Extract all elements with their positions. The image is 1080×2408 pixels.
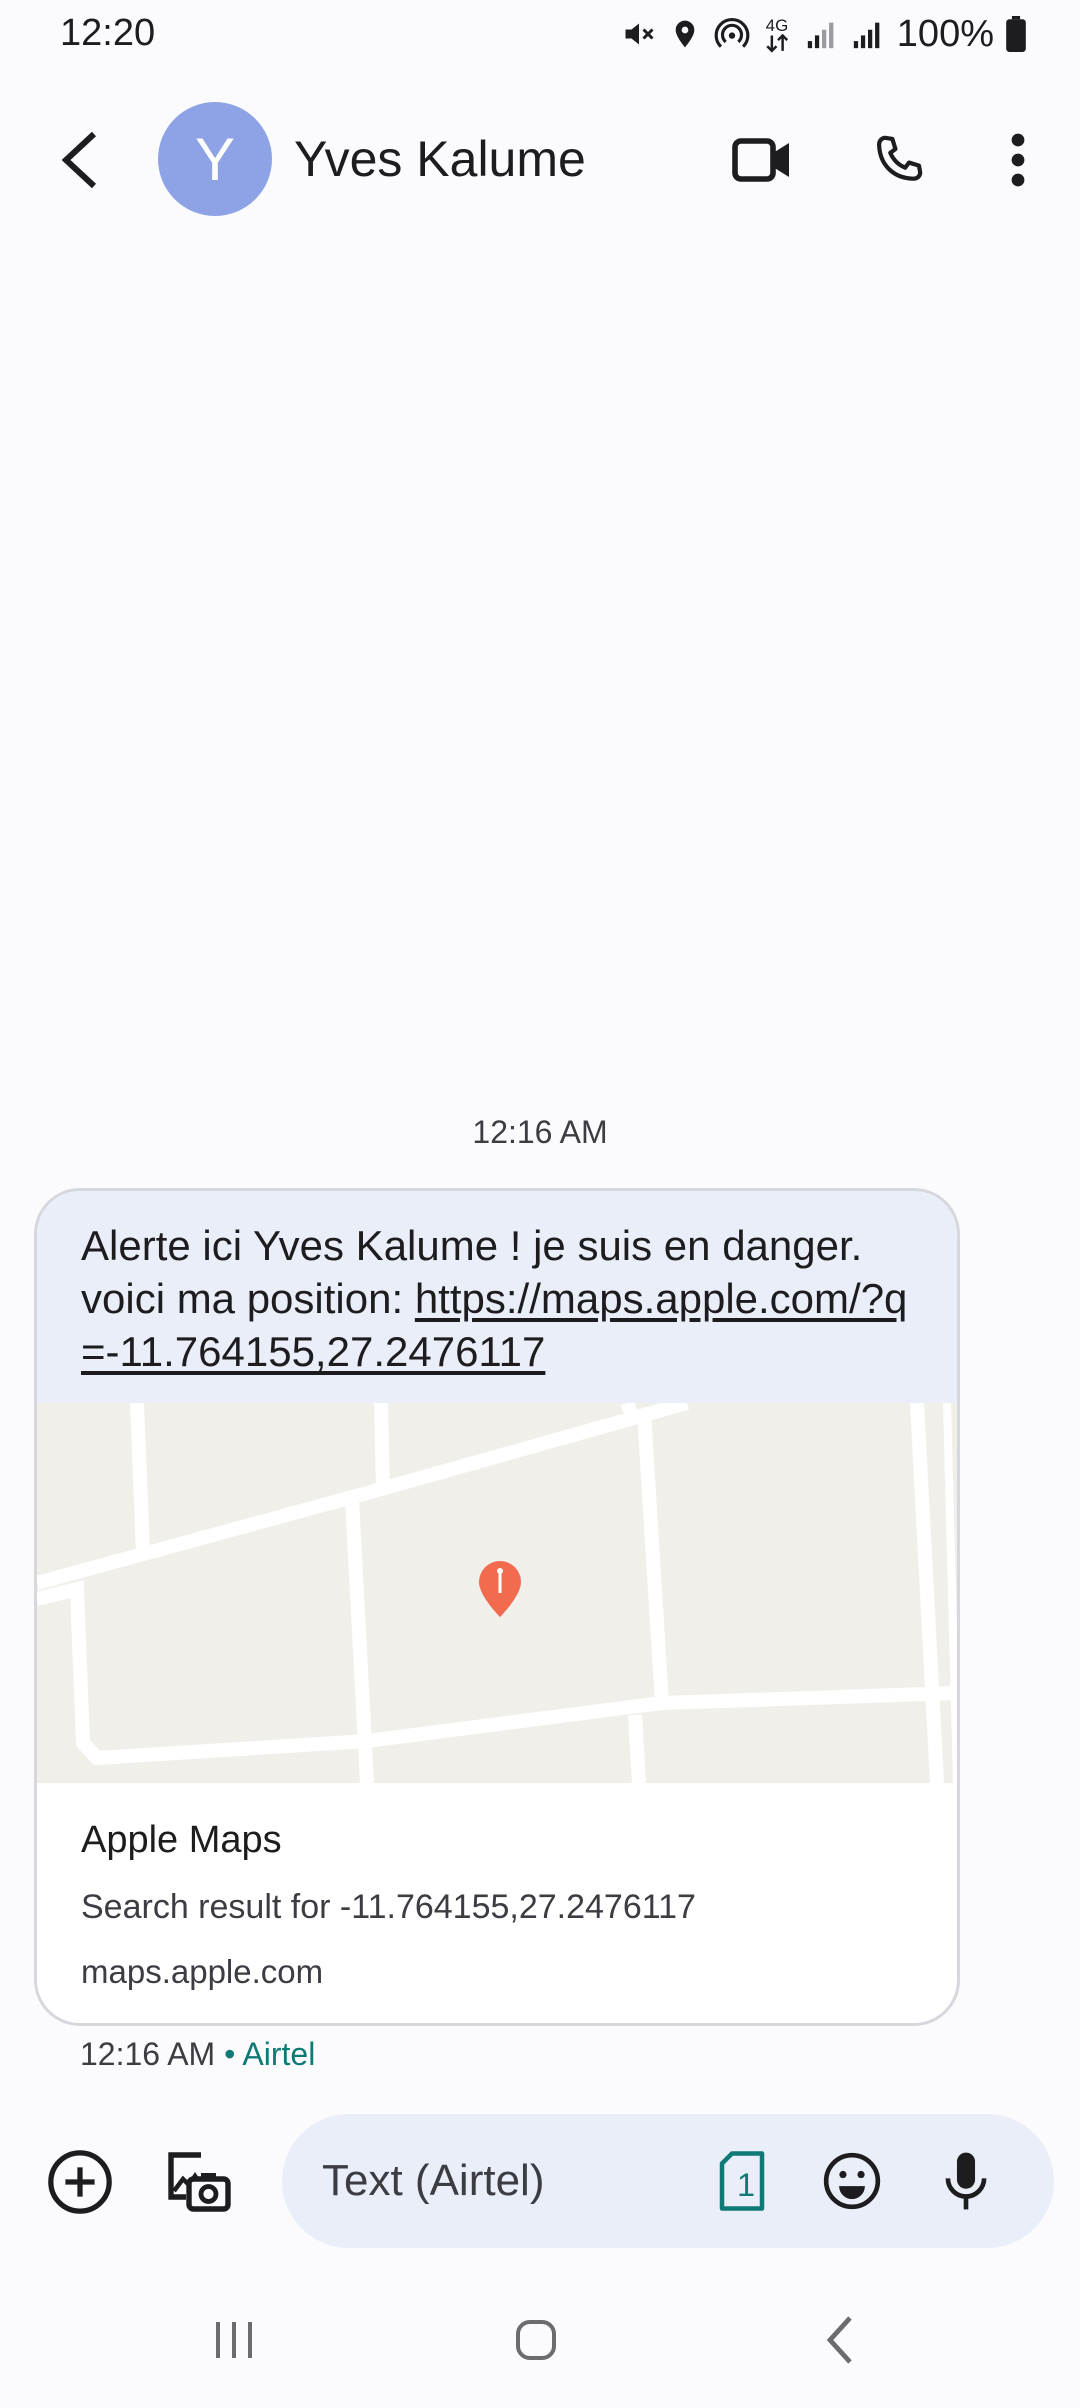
4g-icon: 4G (763, 14, 793, 54)
voice-input-button[interactable] (926, 2141, 1006, 2221)
link-preview[interactable]: Apple Maps Search result for -11.764155,… (37, 1783, 957, 1991)
more-vert-icon (1011, 133, 1025, 187)
map-image (37, 1403, 957, 1783)
phone-call-button[interactable] (858, 120, 938, 200)
map-preview[interactable] (37, 1403, 957, 1783)
back-arrow-icon (61, 131, 97, 189)
back-button[interactable] (40, 120, 120, 200)
gallery-camera-button[interactable] (158, 2142, 238, 2222)
avatar[interactable]: Y (158, 102, 272, 216)
message-text: Alerte ici Yves Kalume ! je suis en dang… (37, 1191, 957, 1403)
message-bubble[interactable]: Alerte ici Yves Kalume ! je suis en dang… (34, 1188, 960, 2026)
location-icon (669, 16, 701, 52)
status-icons: 4G 100% (621, 12, 1026, 56)
more-options-button[interactable] (978, 120, 1058, 200)
nav-back-button[interactable] (790, 2300, 890, 2380)
mic-icon (945, 2152, 987, 2210)
preview-domain: maps.apple.com (81, 1953, 324, 1990)
preview-title: Apple Maps (81, 1819, 282, 1861)
add-attachment-button[interactable] (40, 2142, 120, 2222)
message-input[interactable]: Text (Airtel) 1 (282, 2114, 1054, 2248)
svg-text:1: 1 (737, 2167, 755, 2203)
video-call-button[interactable] (722, 120, 802, 200)
status-time: 12:20 (60, 12, 156, 54)
battery-percentage: 100% (896, 12, 994, 55)
message-input-placeholder: Text (Airtel) (322, 2156, 545, 2205)
hotspot-icon (713, 15, 751, 53)
recent-apps-icon (216, 2322, 252, 2358)
svg-text:4G: 4G (765, 16, 788, 35)
gallery-camera-icon (168, 2152, 231, 2212)
video-call-icon (732, 138, 789, 182)
emoji-button[interactable] (812, 2141, 892, 2221)
home-icon (516, 2320, 556, 2360)
home-button[interactable] (486, 2300, 586, 2380)
emoji-icon (823, 2152, 881, 2210)
recent-apps-button[interactable] (184, 2300, 284, 2380)
conversation-header: Y Yves Kalume (0, 96, 1080, 224)
contact-name[interactable]: Yves Kalume (294, 130, 586, 188)
signal-icon (851, 16, 885, 52)
date-stamp: 12:16 AM (472, 1114, 608, 1150)
mute-icon (621, 16, 657, 52)
status-bar: 12:20 4G 100% (0, 0, 1080, 70)
message-time: 12:16 AM (80, 2036, 216, 2072)
sim-1-icon: 1 (719, 2151, 765, 2211)
phone-icon (877, 135, 923, 181)
add-circle-icon (48, 2150, 112, 2214)
back-icon (826, 2316, 852, 2364)
message-carrier: Airtel (242, 2036, 316, 2072)
preview-description: Search result for -11.764155,27.2476117 (81, 1888, 696, 1926)
signal-icon (805, 16, 839, 52)
battery-icon (1006, 16, 1026, 52)
sim-selector-button[interactable]: 1 (702, 2141, 782, 2221)
message-meta: 12:16 AM • Airtel (80, 2036, 315, 2073)
message-separator: • (215, 2036, 243, 2072)
